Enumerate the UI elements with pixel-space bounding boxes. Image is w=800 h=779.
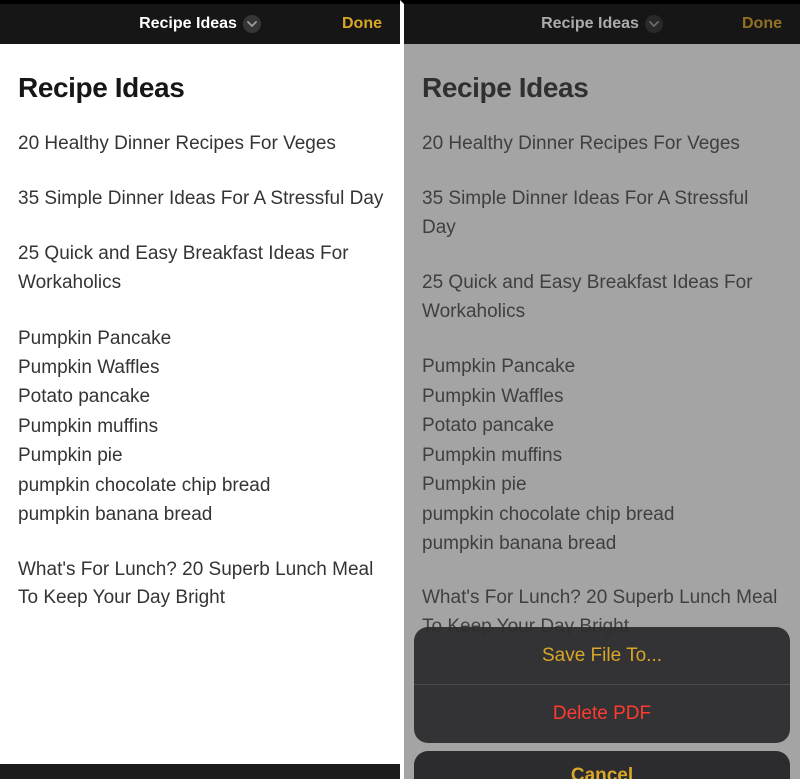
note-heading: Recipe Ideas bbox=[422, 72, 786, 104]
cancel-button[interactable]: Cancel bbox=[414, 751, 790, 779]
note-heading: Recipe Ideas bbox=[18, 72, 386, 104]
note-body[interactable]: Recipe Ideas 20 Healthy Dinner Recipes F… bbox=[404, 44, 800, 779]
action-sheet-group: Save File To... Delete PDF bbox=[414, 627, 790, 743]
nav-title-text: Recipe Ideas bbox=[139, 15, 237, 33]
done-button[interactable]: Done bbox=[742, 15, 782, 33]
note-paragraph: 25 Quick and Easy Breakfast Ideas For Wo… bbox=[18, 240, 386, 298]
nav-title-text: Recipe Ideas bbox=[541, 15, 639, 33]
note-list: Pumpkin Pancake Pumpkin Waffles Potato p… bbox=[422, 352, 786, 558]
list-item: pumpkin chocolate chip bread bbox=[18, 471, 386, 500]
note-paragraph: What's For Lunch? 20 Superb Lunch Meal T… bbox=[18, 556, 386, 614]
list-item: Pumpkin Pancake bbox=[422, 352, 786, 381]
list-item: Pumpkin pie bbox=[18, 441, 386, 470]
list-item: pumpkin chocolate chip bread bbox=[422, 500, 786, 529]
list-item: Pumpkin muffins bbox=[422, 441, 786, 470]
cancel-label: Cancel bbox=[571, 765, 633, 779]
list-item: pumpkin banana bread bbox=[18, 500, 386, 529]
chevron-down-icon bbox=[645, 15, 663, 33]
list-item: Pumpkin Waffles bbox=[18, 353, 386, 382]
done-button[interactable]: Done bbox=[342, 15, 382, 33]
note-paragraph: 35 Simple Dinner Ideas For A Stressful D… bbox=[18, 185, 386, 214]
list-item: Pumpkin pie bbox=[422, 470, 786, 499]
note-list: Pumpkin Pancake Pumpkin Waffles Potato p… bbox=[18, 324, 386, 530]
list-item: Pumpkin Waffles bbox=[422, 382, 786, 411]
delete-pdf-button[interactable]: Delete PDF bbox=[414, 685, 790, 743]
list-item: pumpkin banana bread bbox=[422, 529, 786, 558]
nav-title-button[interactable]: Recipe Ideas bbox=[541, 15, 663, 33]
toolbar-strip bbox=[0, 764, 400, 779]
note-paragraph: 35 Simple Dinner Ideas For A Stressful D… bbox=[422, 185, 786, 243]
nav-title-button[interactable]: Recipe Ideas bbox=[139, 15, 261, 33]
list-item: Pumpkin Pancake bbox=[18, 324, 386, 353]
note-paragraph: 20 Healthy Dinner Recipes For Veges bbox=[422, 130, 786, 159]
note-body[interactable]: Recipe Ideas 20 Healthy Dinner Recipes F… bbox=[0, 44, 400, 779]
chevron-down-icon bbox=[243, 15, 261, 33]
list-item: Potato pancake bbox=[422, 411, 786, 440]
note-paragraph: 25 Quick and Easy Breakfast Ideas For Wo… bbox=[422, 269, 786, 327]
phone-screen-left: Recipe Ideas Done Recipe Ideas 20 Health… bbox=[0, 0, 400, 779]
phone-screen-right: Recipe Ideas Done Recipe Ideas 20 Health… bbox=[400, 0, 800, 779]
action-sheet: Save File To... Delete PDF Cancel bbox=[414, 627, 790, 779]
note-paragraph: 20 Healthy Dinner Recipes For Veges bbox=[18, 130, 386, 159]
list-item: Pumpkin muffins bbox=[18, 412, 386, 441]
list-item: Potato pancake bbox=[18, 382, 386, 411]
save-file-to-button[interactable]: Save File To... bbox=[414, 627, 790, 685]
nav-bar: Recipe Ideas Done bbox=[0, 4, 400, 44]
nav-bar: Recipe Ideas Done bbox=[404, 4, 800, 44]
